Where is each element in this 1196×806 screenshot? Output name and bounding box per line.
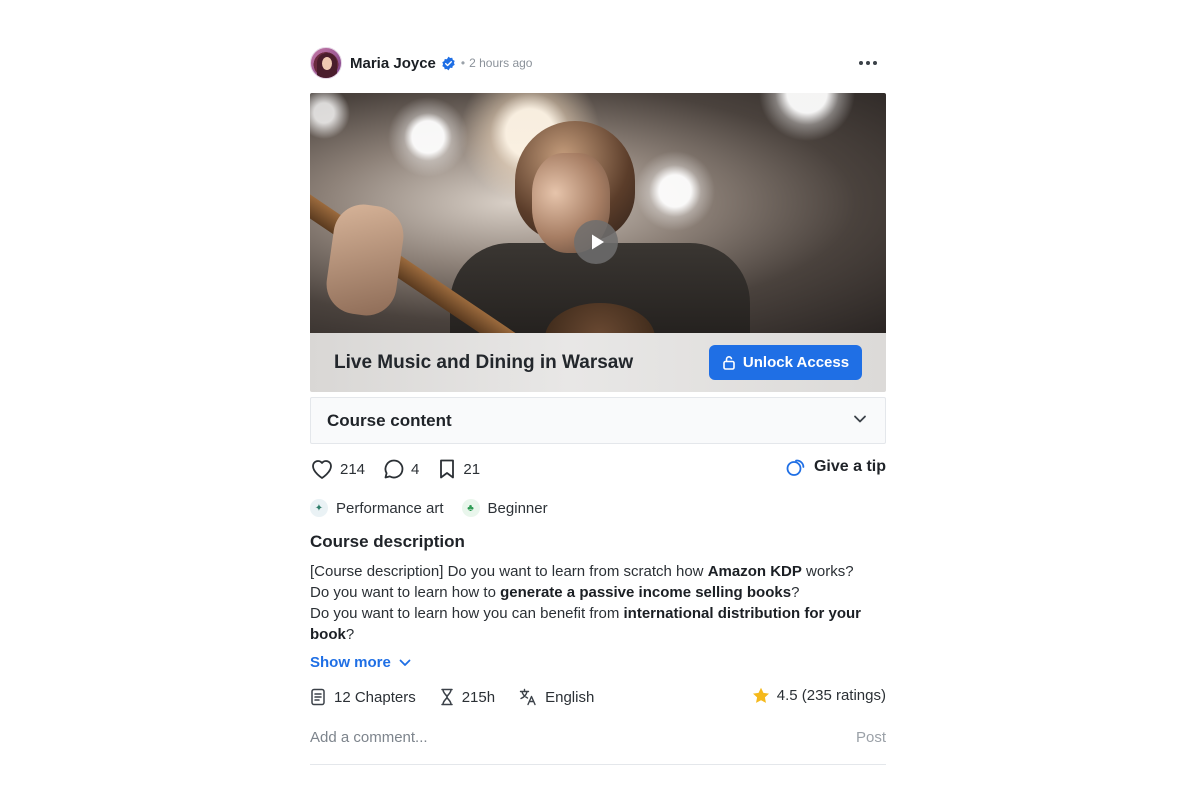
course-content-accordion[interactable]: Course content (310, 397, 886, 444)
like-count: 214 (340, 460, 366, 478)
separator-dot: • (460, 56, 466, 70)
media-caption-bar: Live Music and Dining in Warsaw Unlock A… (310, 333, 886, 392)
post-header: Maria Joyce • 2 hours ago (310, 46, 886, 80)
chevron-down-icon (399, 659, 411, 666)
comment-input[interactable] (310, 729, 790, 746)
unlock-access-label: Unlock Access (742, 354, 850, 371)
post-timestamp: 2 hours ago (469, 56, 533, 70)
tags-row: ✦ Performance art ♣ Beginner (310, 497, 886, 519)
more-dots-icon (859, 61, 863, 65)
play-icon (591, 234, 604, 250)
like-button[interactable]: 214 (310, 458, 365, 480)
duration-info: 215h (440, 688, 495, 706)
tag-label: Beginner (487, 499, 548, 517)
media-preview[interactable]: Live Music and Dining in Warsaw Unlock A… (310, 93, 886, 392)
course-meta: 12 Chapters 215h English 4.5 (235 rating… (310, 685, 886, 709)
comment-button[interactable]: 4 (383, 458, 419, 480)
avatar[interactable] (310, 47, 342, 79)
description-title: Course description (310, 532, 465, 551)
hourglass-icon (440, 688, 453, 706)
beginner-icon: ♣ (461, 499, 480, 517)
comment-icon (384, 459, 404, 479)
media-title: Live Music and Dining in Warsaw (334, 351, 634, 373)
heart-icon (312, 460, 332, 479)
show-more-label: Show more (310, 654, 391, 671)
star-icon (752, 687, 769, 703)
bookmark-count: 21 (463, 460, 481, 478)
post-actions: 214 4 21 Give a tip (310, 457, 886, 481)
show-more-button[interactable]: Show more (310, 654, 886, 671)
more-options-button[interactable] (856, 52, 880, 74)
performance-art-icon: ✦ (310, 499, 328, 517)
tag-beginner[interactable]: ♣ Beginner (461, 499, 548, 517)
post-card: Maria Joyce • 2 hours ago Live Music and… (310, 46, 886, 765)
give-tip-label: Give a tip (813, 458, 886, 475)
verified-badge-icon (441, 56, 456, 71)
post-comment-button[interactable]: Post (856, 729, 886, 746)
tag-label: Performance art (336, 499, 444, 517)
coins-icon (786, 459, 805, 476)
course-content-label: Course content (327, 410, 452, 430)
rating-info: 4.5 (235 ratings) (752, 687, 886, 704)
translate-icon (519, 688, 536, 706)
chapters-icon (311, 688, 325, 706)
author-name[interactable]: Maria Joyce (350, 55, 436, 72)
comment-count: 4 (411, 460, 420, 478)
bookmark-button[interactable]: 21 (437, 458, 480, 480)
lock-icon (723, 356, 735, 370)
bookmark-icon (440, 459, 455, 479)
comment-row: Post (310, 723, 886, 765)
play-button[interactable] (574, 220, 618, 264)
tag-performance-art[interactable]: ✦ Performance art (310, 499, 444, 517)
chapters-info: 12 Chapters (310, 688, 416, 706)
unlock-access-button[interactable]: Unlock Access (709, 345, 862, 380)
chevron-down-icon (854, 415, 866, 423)
language-info: English (519, 688, 594, 706)
course-description: [Course description] Do you want to lear… (310, 563, 862, 643)
give-tip-button[interactable]: Give a tip (786, 457, 886, 477)
video-thumbnail (310, 93, 886, 386)
